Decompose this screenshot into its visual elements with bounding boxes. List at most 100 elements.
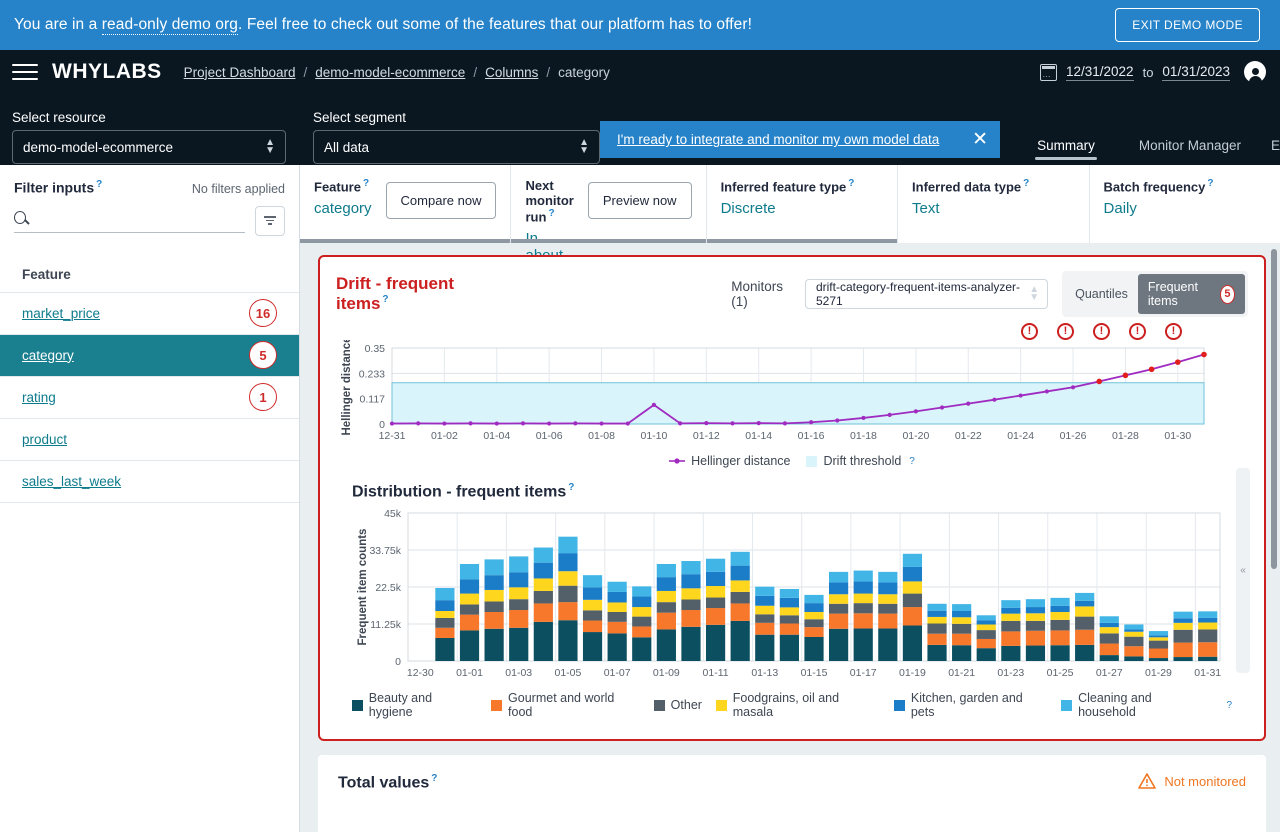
compare-now-button[interactable]: Compare now (386, 182, 497, 219)
legend-swatch-icon (654, 700, 665, 711)
breadcrumb-separator: / (546, 65, 550, 80)
sidebar-item-sales_last_week[interactable]: sales_last_week (0, 461, 299, 503)
sidebar-item-market_price[interactable]: market_price 16 (0, 293, 299, 335)
sidebar-item-category[interactable]: category 5 (0, 335, 299, 377)
breadcrumb-item-current: category (558, 65, 610, 80)
total-values-panel: Total values? Not monitored (318, 755, 1266, 832)
select-segment-label: Select segment (313, 110, 600, 125)
help-icon[interactable]: ? (1023, 178, 1029, 189)
help-icon[interactable]: ? (548, 208, 554, 219)
search-input[interactable] (32, 209, 245, 226)
svg-text:0.233: 0.233 (359, 368, 385, 380)
legend-swatch-icon (352, 700, 363, 711)
svg-text:01-16: 01-16 (798, 430, 825, 442)
help-icon[interactable]: ? (1207, 178, 1213, 189)
help-icon[interactable]: ? (568, 482, 574, 493)
toggle-quantiles[interactable]: Quantiles (1065, 281, 1138, 307)
total-values-title: Total values? (338, 773, 437, 792)
help-icon[interactable]: ? (96, 179, 102, 190)
page-scrollbar[interactable] (1271, 249, 1277, 569)
alert-exclamation-icon[interactable]: ! (1129, 323, 1146, 340)
tab-monitor-manager[interactable]: Monitor Manager (1117, 138, 1263, 164)
svg-text:01-10: 01-10 (641, 430, 668, 442)
integrate-cta-text[interactable]: I'm ready to integrate and monitor my ow… (617, 132, 939, 147)
alert-icon-row: ! ! ! ! ! (336, 323, 1182, 340)
legend-label: Foodgrains, oil and masala (733, 691, 880, 719)
sidebar-item-rating[interactable]: rating 1 (0, 377, 299, 419)
dark-header-zone: WHYLABS Project Dashboard / demo-model-e… (0, 50, 1280, 165)
tab-summary[interactable]: Summary (1015, 138, 1117, 164)
svg-text:01-27: 01-27 (1096, 667, 1123, 679)
exit-demo-mode-button[interactable]: EXIT DEMO MODE (1115, 8, 1260, 42)
info-cell-inferred-feature-type: Inferred feature type? Discrete (707, 165, 898, 243)
legend-item-4[interactable]: Kitchen, garden and pets (894, 691, 1047, 719)
help-icon[interactable]: ? (431, 773, 437, 784)
alert-exclamation-icon[interactable]: ! (1021, 323, 1038, 340)
legend-item-2[interactable]: Other (654, 698, 702, 712)
info-cell-inferred-data-type: Inferred data type? Text (898, 165, 1089, 243)
svg-text:01-22: 01-22 (955, 430, 982, 442)
monitor-select-value: drift-category-frequent-items-analyzer-5… (816, 280, 1029, 308)
total-values-title-text: Total values (338, 775, 429, 792)
breadcrumb-item-model[interactable]: demo-model-ecommerce (315, 65, 465, 80)
svg-text:01-20: 01-20 (902, 430, 929, 442)
drift-panel-header: Drift - frequent items? Monitors (1) dri… (336, 271, 1248, 317)
hamburger-icon[interactable] (12, 61, 38, 83)
chevron-updown-icon: ▲▼ (1029, 286, 1039, 302)
alert-exclamation-icon[interactable]: ! (1093, 323, 1110, 340)
calendar-icon[interactable] (1040, 64, 1057, 81)
collapse-left-icon[interactable]: « (1236, 468, 1250, 673)
monitor-select[interactable]: drift-category-frequent-items-analyzer-5… (805, 279, 1048, 309)
sidebar-item-label: product (22, 432, 67, 447)
help-icon[interactable]: ? (848, 178, 854, 189)
date-range-to-label: to (1143, 65, 1154, 80)
svg-text:01-07: 01-07 (604, 667, 631, 679)
main-tabs: Summary Monitor Manager E (1015, 120, 1280, 164)
left-sidebar: Filter inputs? No filters applied Featur… (0, 165, 300, 832)
svg-text:01-18: 01-18 (850, 430, 877, 442)
breadcrumb-item-columns[interactable]: Columns (485, 65, 538, 80)
svg-text:01-25: 01-25 (1047, 667, 1074, 679)
close-icon[interactable]: ✕ (972, 130, 988, 149)
segment-select[interactable]: All data ▲▼ (313, 130, 600, 164)
date-range-start[interactable]: 12/31/2022 (1066, 64, 1134, 81)
help-icon[interactable]: ? (382, 294, 388, 305)
svg-text:01-12: 01-12 (693, 430, 720, 442)
filter-icon-button[interactable] (255, 206, 285, 236)
help-icon[interactable]: ? (363, 178, 369, 189)
toggle-frequent-items-label: Frequent items (1148, 280, 1212, 308)
svg-text:01-04: 01-04 (483, 430, 510, 442)
sidebar-item-label: category (22, 348, 74, 363)
integrate-cta-banner[interactable]: I'm ready to integrate and monitor my ow… (600, 121, 1000, 158)
alert-exclamation-icon[interactable]: ! (1057, 323, 1074, 340)
svg-text:01-23: 01-23 (997, 667, 1024, 679)
preview-now-button[interactable]: Preview now (588, 182, 692, 219)
legend-item-1[interactable]: Gourmet and world food (491, 691, 639, 719)
search-wrapper (14, 209, 245, 233)
user-avatar-icon[interactable] (1244, 61, 1266, 83)
banner-text-after: . Feel free to check out some of the fea… (238, 16, 752, 33)
info-label-text: Batch frequency (1104, 179, 1206, 194)
sidebar-item-product[interactable]: product (0, 419, 299, 461)
resource-select[interactable]: demo-model-ecommerce ▲▼ (12, 130, 286, 164)
breadcrumb-item-project-dashboard[interactable]: Project Dashboard (184, 65, 296, 80)
alert-exclamation-icon[interactable]: ! (1165, 323, 1182, 340)
info-cell-batch-frequency: Batch frequency? Daily (1090, 165, 1280, 243)
svg-text:01-08: 01-08 (588, 430, 615, 442)
date-range-end[interactable]: 01/31/2023 (1162, 64, 1230, 81)
help-icon[interactable]: ? (909, 456, 915, 467)
read-only-demo-org-link[interactable]: read-only demo org (102, 16, 238, 35)
feature-column-header: Feature (0, 252, 299, 293)
legend-item-5[interactable]: Cleaning and household (1061, 691, 1210, 719)
help-icon[interactable]: ? (1226, 700, 1232, 711)
legend-item-0[interactable]: Beauty and hygiene (352, 691, 477, 719)
info-value: category (314, 200, 372, 217)
legend-swatch-icon (716, 700, 727, 711)
toggle-frequent-items[interactable]: Frequent items 5 (1138, 274, 1245, 314)
chevron-updown-icon: ▲▼ (265, 139, 275, 155)
resource-selector-group: Select resource demo-model-ecommerce ▲▼ (12, 110, 286, 164)
legend-item-hellinger: Hellinger distance (669, 454, 790, 468)
legend-item-3[interactable]: Foodgrains, oil and masala (716, 691, 880, 719)
tab-overflow[interactable]: E (1263, 138, 1280, 164)
metric-toggle-group: Quantiles Frequent items 5 (1062, 271, 1248, 317)
